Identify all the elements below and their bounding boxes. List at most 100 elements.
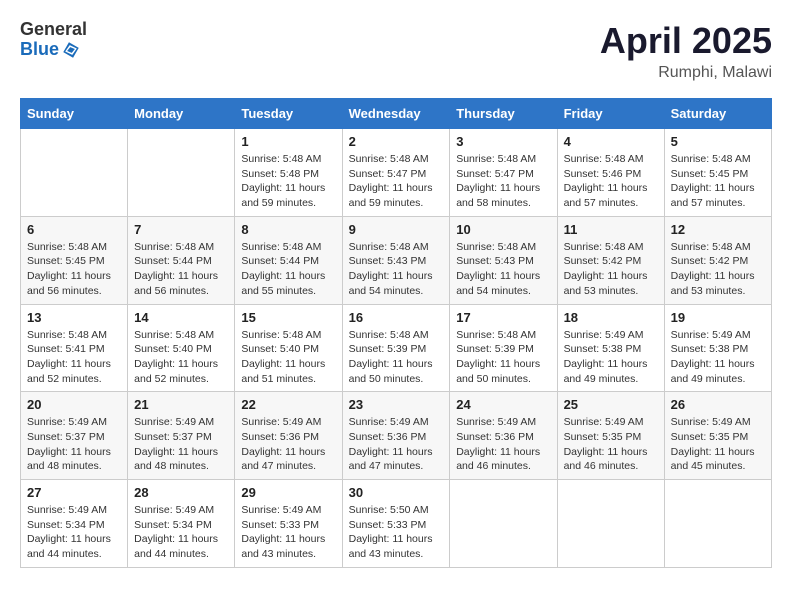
day-number: 19 — [671, 310, 765, 325]
calendar-cell: 13Sunrise: 5:48 AMSunset: 5:41 PMDayligh… — [21, 304, 128, 392]
calendar-cell: 10Sunrise: 5:48 AMSunset: 5:43 PMDayligh… — [450, 216, 557, 304]
calendar-cell: 16 Sunrise: 5:48 AMSunset: 5:39 PMDayligh… — [342, 304, 450, 392]
calendar-cell: 9 Sunrise: 5:48 AMSunset: 5:43 PMDaylight… — [342, 216, 450, 304]
day-number: 7 — [134, 222, 228, 237]
day-number: 2 — [349, 134, 444, 149]
column-header-sunday: Sunday — [21, 99, 128, 129]
day-info: Sunrise: 5:48 AMSunset: 5:41 PMDaylight:… — [27, 328, 121, 387]
calendar-cell: 4Sunrise: 5:48 AMSunset: 5:46 PMDaylight… — [557, 129, 664, 217]
calendar-week-row: 1 Sunrise: 5:48 AMSunset: 5:48 PMDaylight… — [21, 129, 772, 217]
day-info: Sunrise: 5:48 AMSunset: 5:40 PMDaylight:… — [134, 328, 228, 387]
day-number: 5 — [671, 134, 765, 149]
calendar-cell: 17 Sunrise: 5:48 AMSunset: 5:39 PMDayligh… — [450, 304, 557, 392]
day-number: 23 — [349, 397, 444, 412]
day-info: Sunrise: 5:48 AMSunset: 5:43 PMDaylight:… — [456, 240, 550, 299]
day-info: Sunrise: 5:48 AMSunset: 5:43 PMDaylight:… — [349, 240, 444, 299]
calendar-title: April 2025 — [600, 20, 772, 62]
calendar-week-row: 13Sunrise: 5:48 AMSunset: 5:41 PMDayligh… — [21, 304, 772, 392]
day-number: 25 — [564, 397, 658, 412]
day-info: Sunrise: 5:48 AMSunset: 5:47 PMDaylight:… — [456, 152, 550, 211]
column-header-thursday: Thursday — [450, 99, 557, 129]
calendar-header-row: SundayMondayTuesdayWednesdayThursdayFrid… — [21, 99, 772, 129]
day-info: Sunrise: 5:48 AMSunset: 5:42 PMDaylight:… — [564, 240, 658, 299]
day-info: Sunrise: 5:48 AMSunset: 5:39 PMDaylight:… — [456, 328, 550, 387]
column-header-tuesday: Tuesday — [235, 99, 342, 129]
day-number: 15 — [241, 310, 335, 325]
calendar-cell: 30Sunrise: 5:50 AMSunset: 5:33 PMDayligh… — [342, 480, 450, 568]
day-info: Sunrise: 5:48 AMSunset: 5:39 PMDaylight:… — [349, 328, 444, 387]
day-info: Sunrise: 5:49 AMSunset: 5:35 PMDaylight:… — [564, 415, 658, 474]
day-info: Sunrise: 5:48 AMSunset: 5:46 PMDaylight:… — [564, 152, 658, 211]
day-info: Sunrise: 5:49 AMSunset: 5:37 PMDaylight:… — [134, 415, 228, 474]
logo-general: General — [20, 20, 87, 40]
day-info: Sunrise: 5:48 AMSunset: 5:48 PMDaylight:… — [241, 152, 335, 211]
calendar-week-row: 27 Sunrise: 5:49 AMSunset: 5:34 PMDayligh… — [21, 480, 772, 568]
day-info: Sunrise: 5:49 AMSunset: 5:36 PMDaylight:… — [456, 415, 550, 474]
logo-blue: Blue — [20, 40, 87, 60]
day-number: 1 — [241, 134, 335, 149]
day-info: Sunrise: 5:49 AMSunset: 5:36 PMDaylight:… — [241, 415, 335, 474]
day-number: 28 — [134, 485, 228, 500]
calendar-week-row: 20 Sunrise: 5:49 AMSunset: 5:37 PMDayligh… — [21, 392, 772, 480]
day-number: 21 — [134, 397, 228, 412]
day-info: Sunrise: 5:48 AMSunset: 5:44 PMDaylight:… — [134, 240, 228, 299]
day-number: 18 — [564, 310, 658, 325]
calendar-cell: 14Sunrise: 5:48 AMSunset: 5:40 PMDayligh… — [128, 304, 235, 392]
calendar-week-row: 6 Sunrise: 5:48 AMSunset: 5:45 PMDaylight… — [21, 216, 772, 304]
calendar-table: SundayMondayTuesdayWednesdayThursdayFrid… — [20, 98, 772, 568]
calendar-cell — [128, 129, 235, 217]
day-number: 3 — [456, 134, 550, 149]
calendar-cell: 3 Sunrise: 5:48 AMSunset: 5:47 PMDaylight… — [450, 129, 557, 217]
day-info: Sunrise: 5:48 AMSunset: 5:44 PMDaylight:… — [241, 240, 335, 299]
day-info: Sunrise: 5:48 AMSunset: 5:45 PMDaylight:… — [671, 152, 765, 211]
day-info: Sunrise: 5:49 AMSunset: 5:34 PMDaylight:… — [134, 503, 228, 562]
day-number: 12 — [671, 222, 765, 237]
calendar-cell: 8 Sunrise: 5:48 AMSunset: 5:44 PMDaylight… — [235, 216, 342, 304]
day-number: 27 — [27, 485, 121, 500]
title-block: April 2025 Rumphi, Malawi — [600, 20, 772, 82]
day-number: 16 — [349, 310, 444, 325]
calendar-cell: 18Sunrise: 5:49 AMSunset: 5:38 PMDayligh… — [557, 304, 664, 392]
day-info: Sunrise: 5:48 AMSunset: 5:45 PMDaylight:… — [27, 240, 121, 299]
column-header-wednesday: Wednesday — [342, 99, 450, 129]
day-info: Sunrise: 5:49 AMSunset: 5:33 PMDaylight:… — [241, 503, 335, 562]
calendar-cell: 27Sunrise: 5:49 AMSunset: 5:34 PMDayligh… — [21, 480, 128, 568]
day-number: 30 — [349, 485, 444, 500]
calendar-cell: 24 Sunrise: 5:49 AMSunset: 5:36 PMDayligh… — [450, 392, 557, 480]
day-number: 22 — [241, 397, 335, 412]
calendar-cell: 1 Sunrise: 5:48 AMSunset: 5:48 PMDaylight… — [235, 129, 342, 217]
calendar-cell: 21 Sunrise: 5:49 AMSunset: 5:37 PMDayligh… — [128, 392, 235, 480]
column-header-friday: Friday — [557, 99, 664, 129]
calendar-cell — [21, 129, 128, 217]
calendar-cell: 20Sunrise: 5:49 AMSunset: 5:37 PMDayligh… — [21, 392, 128, 480]
calendar-cell: 6 Sunrise: 5:48 AMSunset: 5:45 PMDaylight… — [21, 216, 128, 304]
calendar-cell: 2Sunrise: 5:48 AMSunset: 5:47 PMDaylight… — [342, 129, 450, 217]
day-info: Sunrise: 5:49 AMSunset: 5:35 PMDaylight:… — [671, 415, 765, 474]
calendar-cell: 26 Sunrise: 5:49 AMSunset: 5:35 PMDayligh… — [664, 392, 771, 480]
day-number: 9 — [349, 222, 444, 237]
calendar-location: Rumphi, Malawi — [600, 64, 772, 82]
day-number: 8 — [241, 222, 335, 237]
column-header-monday: Monday — [128, 99, 235, 129]
calendar-cell: 29Sunrise: 5:49 AMSunset: 5:33 PMDayligh… — [235, 480, 342, 568]
day-number: 24 — [456, 397, 550, 412]
logo-icon — [61, 40, 81, 60]
calendar-cell — [557, 480, 664, 568]
day-info: Sunrise: 5:48 AMSunset: 5:40 PMDaylight:… — [241, 328, 335, 387]
day-info: Sunrise: 5:49 AMSunset: 5:36 PMDaylight:… — [349, 415, 444, 474]
day-number: 6 — [27, 222, 121, 237]
day-number: 26 — [671, 397, 765, 412]
column-header-saturday: Saturday — [664, 99, 771, 129]
day-info: Sunrise: 5:49 AMSunset: 5:38 PMDaylight:… — [671, 328, 765, 387]
calendar-cell: 12Sunrise: 5:48 AMSunset: 5:42 PMDayligh… — [664, 216, 771, 304]
page-header: General Blue April 2025 Rumphi, Malawi — [20, 20, 772, 82]
day-number: 11 — [564, 222, 658, 237]
day-number: 17 — [456, 310, 550, 325]
calendar-cell: 19 Sunrise: 5:49 AMSunset: 5:38 PMDayligh… — [664, 304, 771, 392]
calendar-cell: 23 Sunrise: 5:49 AMSunset: 5:36 PMDayligh… — [342, 392, 450, 480]
calendar-cell: 11 Sunrise: 5:48 AMSunset: 5:42 PMDayligh… — [557, 216, 664, 304]
calendar-cell — [450, 480, 557, 568]
day-number: 20 — [27, 397, 121, 412]
logo: General Blue — [20, 20, 87, 60]
calendar-cell: 28 Sunrise: 5:49 AMSunset: 5:34 PMDayligh… — [128, 480, 235, 568]
